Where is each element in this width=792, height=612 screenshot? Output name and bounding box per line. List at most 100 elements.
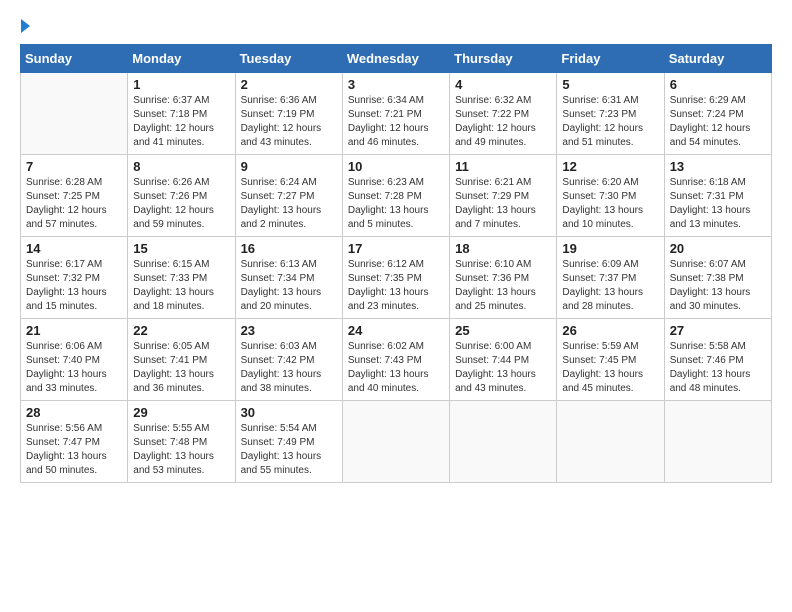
- calendar-table: SundayMondayTuesdayWednesdayThursdayFrid…: [20, 44, 772, 483]
- logo: [20, 20, 30, 34]
- day-number: 10: [348, 159, 444, 174]
- day-info: Sunrise: 6:06 AM Sunset: 7:40 PM Dayligh…: [26, 340, 122, 396]
- calendar-day-cell: 7Sunrise: 6:28 AM Sunset: 7:25 PM Daylig…: [21, 155, 128, 237]
- day-info: Sunrise: 6:23 AM Sunset: 7:28 PM Dayligh…: [348, 176, 444, 232]
- day-info: Sunrise: 5:56 AM Sunset: 7:47 PM Dayligh…: [26, 422, 122, 478]
- calendar-day-cell: 21 Sunrise: 6:06 AM Sunset: 7:40 PM Dayli…: [21, 319, 128, 401]
- calendar-day-cell: 12 Sunrise: 6:20 AM Sunset: 7:30 PM Dayli…: [557, 155, 664, 237]
- day-number: 27: [670, 323, 766, 338]
- day-info: Sunrise: 6:26 AM Sunset: 7:26 PM Dayligh…: [133, 176, 229, 232]
- calendar-day-cell: 20Sunrise: 6:07 AM Sunset: 7:38 PM Dayli…: [664, 237, 771, 319]
- calendar-day-cell: 22 Sunrise: 6:05 AM Sunset: 7:41 PM Dayli…: [128, 319, 235, 401]
- day-number: 4: [455, 77, 551, 92]
- day-info: Sunrise: 6:09 AM Sunset: 7:37 PM Dayligh…: [562, 258, 658, 314]
- day-info: Sunrise: 6:13 AM Sunset: 7:34 PM Dayligh…: [241, 258, 337, 314]
- day-number: 28: [26, 405, 122, 420]
- calendar-day-cell: 18 Sunrise: 6:10 AM Sunset: 7:36 PM Dayli…: [450, 237, 557, 319]
- day-number: 9: [241, 159, 337, 174]
- calendar-week-row: 28 Sunrise: 5:56 AM Sunset: 7:47 PM Dayli…: [21, 401, 772, 483]
- calendar-day-header: Thursday: [450, 45, 557, 73]
- logo-triangle-icon: [21, 19, 30, 33]
- day-number: 14: [26, 241, 122, 256]
- calendar-day-cell: 14 Sunrise: 6:17 AM Sunset: 7:32 PM Dayli…: [21, 237, 128, 319]
- calendar-day-cell: 30 Sunrise: 5:54 AM Sunset: 7:49 PM Dayli…: [235, 401, 342, 483]
- calendar-day-cell: 26 Sunrise: 5:59 AM Sunset: 7:45 PM Dayli…: [557, 319, 664, 401]
- day-info: Sunrise: 6:36 AM Sunset: 7:19 PM Dayligh…: [241, 94, 337, 150]
- day-info: Sunrise: 6:10 AM Sunset: 7:36 PM Dayligh…: [455, 258, 551, 314]
- calendar-day-cell: [664, 401, 771, 483]
- calendar-day-header: Sunday: [21, 45, 128, 73]
- calendar-day-cell: 8Sunrise: 6:26 AM Sunset: 7:26 PM Daylig…: [128, 155, 235, 237]
- day-number: 30: [241, 405, 337, 420]
- day-info: Sunrise: 5:54 AM Sunset: 7:49 PM Dayligh…: [241, 422, 337, 478]
- calendar-day-header: Saturday: [664, 45, 771, 73]
- calendar-day-cell: [342, 401, 449, 483]
- calendar-day-cell: 11 Sunrise: 6:21 AM Sunset: 7:29 PM Dayli…: [450, 155, 557, 237]
- calendar-day-cell: 23 Sunrise: 6:03 AM Sunset: 7:42 PM Dayli…: [235, 319, 342, 401]
- day-info: Sunrise: 6:12 AM Sunset: 7:35 PM Dayligh…: [348, 258, 444, 314]
- calendar-day-cell: 6 Sunrise: 6:29 AM Sunset: 7:24 PM Daylig…: [664, 73, 771, 155]
- calendar-day-cell: 28 Sunrise: 5:56 AM Sunset: 7:47 PM Dayli…: [21, 401, 128, 483]
- calendar-day-header: Friday: [557, 45, 664, 73]
- day-number: 25: [455, 323, 551, 338]
- page-header: [20, 20, 772, 34]
- day-info: Sunrise: 6:05 AM Sunset: 7:41 PM Dayligh…: [133, 340, 229, 396]
- day-number: 1: [133, 77, 229, 92]
- day-number: 19: [562, 241, 658, 256]
- day-info: Sunrise: 6:17 AM Sunset: 7:32 PM Dayligh…: [26, 258, 122, 314]
- day-info: Sunrise: 6:02 AM Sunset: 7:43 PM Dayligh…: [348, 340, 444, 396]
- calendar-day-cell: 10 Sunrise: 6:23 AM Sunset: 7:28 PM Dayli…: [342, 155, 449, 237]
- calendar-day-header: Tuesday: [235, 45, 342, 73]
- day-info: Sunrise: 6:29 AM Sunset: 7:24 PM Dayligh…: [670, 94, 766, 150]
- day-info: Sunrise: 6:18 AM Sunset: 7:31 PM Dayligh…: [670, 176, 766, 232]
- calendar-day-cell: 24 Sunrise: 6:02 AM Sunset: 7:43 PM Dayli…: [342, 319, 449, 401]
- day-number: 3: [348, 77, 444, 92]
- calendar-day-cell: 16 Sunrise: 6:13 AM Sunset: 7:34 PM Dayli…: [235, 237, 342, 319]
- calendar-day-cell: 15 Sunrise: 6:15 AM Sunset: 7:33 PM Dayli…: [128, 237, 235, 319]
- day-number: 21: [26, 323, 122, 338]
- day-info: Sunrise: 6:21 AM Sunset: 7:29 PM Dayligh…: [455, 176, 551, 232]
- calendar-day-header: Wednesday: [342, 45, 449, 73]
- day-number: 23: [241, 323, 337, 338]
- calendar-day-cell: 19 Sunrise: 6:09 AM Sunset: 7:37 PM Dayli…: [557, 237, 664, 319]
- day-info: Sunrise: 6:34 AM Sunset: 7:21 PM Dayligh…: [348, 94, 444, 150]
- day-info: Sunrise: 6:31 AM Sunset: 7:23 PM Dayligh…: [562, 94, 658, 150]
- calendar-week-row: 21 Sunrise: 6:06 AM Sunset: 7:40 PM Dayli…: [21, 319, 772, 401]
- day-number: 22: [133, 323, 229, 338]
- calendar-day-cell: 5Sunrise: 6:31 AM Sunset: 7:23 PM Daylig…: [557, 73, 664, 155]
- day-number: 17: [348, 241, 444, 256]
- day-info: Sunrise: 6:24 AM Sunset: 7:27 PM Dayligh…: [241, 176, 337, 232]
- day-number: 6: [670, 77, 766, 92]
- day-info: Sunrise: 6:15 AM Sunset: 7:33 PM Dayligh…: [133, 258, 229, 314]
- day-info: Sunrise: 5:55 AM Sunset: 7:48 PM Dayligh…: [133, 422, 229, 478]
- calendar-day-cell: 17 Sunrise: 6:12 AM Sunset: 7:35 PM Dayli…: [342, 237, 449, 319]
- day-number: 20: [670, 241, 766, 256]
- calendar-day-cell: 25Sunrise: 6:00 AM Sunset: 7:44 PM Dayli…: [450, 319, 557, 401]
- day-number: 16: [241, 241, 337, 256]
- calendar-day-cell: [21, 73, 128, 155]
- day-info: Sunrise: 5:59 AM Sunset: 7:45 PM Dayligh…: [562, 340, 658, 396]
- calendar-day-cell: 13 Sunrise: 6:18 AM Sunset: 7:31 PM Dayli…: [664, 155, 771, 237]
- day-number: 12: [562, 159, 658, 174]
- calendar-day-cell: [557, 401, 664, 483]
- calendar-day-cell: 27 Sunrise: 5:58 AM Sunset: 7:46 PM Dayli…: [664, 319, 771, 401]
- calendar-week-row: 7Sunrise: 6:28 AM Sunset: 7:25 PM Daylig…: [21, 155, 772, 237]
- calendar-day-cell: 9 Sunrise: 6:24 AM Sunset: 7:27 PM Daylig…: [235, 155, 342, 237]
- day-info: Sunrise: 5:58 AM Sunset: 7:46 PM Dayligh…: [670, 340, 766, 396]
- day-info: Sunrise: 6:37 AM Sunset: 7:18 PM Dayligh…: [133, 94, 229, 150]
- day-info: Sunrise: 6:32 AM Sunset: 7:22 PM Dayligh…: [455, 94, 551, 150]
- day-info: Sunrise: 6:03 AM Sunset: 7:42 PM Dayligh…: [241, 340, 337, 396]
- day-number: 13: [670, 159, 766, 174]
- day-info: Sunrise: 6:20 AM Sunset: 7:30 PM Dayligh…: [562, 176, 658, 232]
- day-info: Sunrise: 6:28 AM Sunset: 7:25 PM Dayligh…: [26, 176, 122, 232]
- calendar-day-cell: [450, 401, 557, 483]
- day-number: 15: [133, 241, 229, 256]
- day-number: 18: [455, 241, 551, 256]
- calendar-week-row: 14 Sunrise: 6:17 AM Sunset: 7:32 PM Dayli…: [21, 237, 772, 319]
- calendar-day-cell: 4 Sunrise: 6:32 AM Sunset: 7:22 PM Daylig…: [450, 73, 557, 155]
- day-number: 24: [348, 323, 444, 338]
- calendar-header-row: SundayMondayTuesdayWednesdayThursdayFrid…: [21, 45, 772, 73]
- day-number: 11: [455, 159, 551, 174]
- calendar-day-cell: 1 Sunrise: 6:37 AM Sunset: 7:18 PM Daylig…: [128, 73, 235, 155]
- day-number: 26: [562, 323, 658, 338]
